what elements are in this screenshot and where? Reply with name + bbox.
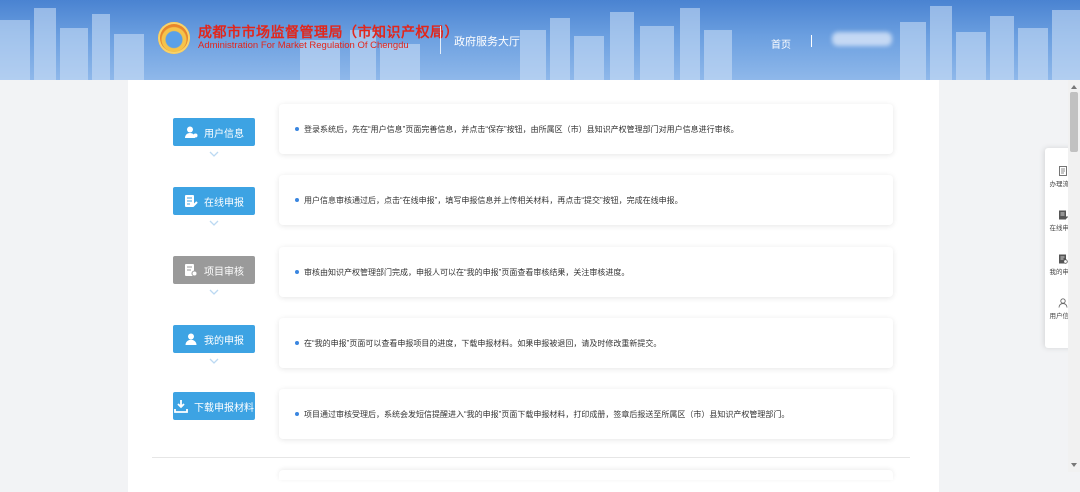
step-label: 用户信息 <box>204 128 244 140</box>
flow-icon <box>1058 166 1067 176</box>
scroll-up-arrow-icon[interactable] <box>1071 84 1077 90</box>
step-description: 项目通过审核受理后，系统会发短信提醒进入“我的申报”页面下载申报材料，打印成册，… <box>304 409 790 419</box>
chevron-down-icon <box>209 220 219 226</box>
header-divider <box>440 26 441 54</box>
logo-text: 成都市市场监督管理局（市知识产权局） Administration For Ma… <box>198 24 459 52</box>
step-label: 在线申报 <box>204 197 244 209</box>
step-card-project-review: 审核由知识产权管理部门完成，申报人可以在“我的申报”页面查看审核结果，关注审核进… <box>279 247 893 297</box>
nav-separator <box>811 35 812 47</box>
user-icon <box>184 125 198 139</box>
org-name-en: Administration For Market Regulation Of … <box>198 40 409 51</box>
step-button-project-review[interactable]: 项目审核 <box>173 256 255 284</box>
step-card-user-info: 登录系统后，先在“用户信息”页面完善信息，并点击“保存”按钮，由所属区（市）县知… <box>279 104 893 154</box>
user-name-redacted[interactable] <box>832 32 892 46</box>
bullet-dot <box>295 270 299 274</box>
nav-home-link[interactable]: 首页 <box>771 36 791 51</box>
org-name-cn: 成都市市场监督管理局（市知识产权局） <box>198 24 459 40</box>
vertical-scrollbar[interactable] <box>1068 80 1080 472</box>
step-label: 项目审核 <box>204 266 244 278</box>
scroll-down-arrow-icon[interactable] <box>1071 462 1077 468</box>
person-icon <box>184 332 198 346</box>
step-card-download-materials: 项目通过审核受理后，系统会发短信提醒进入“我的申报”页面下载申报材料，打印成册，… <box>279 389 893 439</box>
bullet-dot <box>295 341 299 345</box>
step-card-online-declare: 用户信息审核通过后，点击“在线申报”，填写申报信息并上传相关材料，再点击“提交”… <box>279 175 893 225</box>
section-divider <box>152 457 910 458</box>
next-card-partial <box>279 470 893 480</box>
chevron-down-icon <box>209 151 219 157</box>
chevron-down-icon <box>209 358 219 364</box>
step-description: 用户信息审核通过后，点击“在线申报”，填写申报信息并上传相关材料，再点击“提交”… <box>304 195 683 205</box>
step-button-user-info[interactable]: 用户信息 <box>173 118 255 146</box>
step-button-my-declare[interactable]: 我的申报 <box>173 325 255 353</box>
step-description: 登录系统后，先在“用户信息”页面完善信息，并点击“保存”按钮，由所属区（市）县知… <box>304 124 739 134</box>
step-button-online-declare[interactable]: 在线申报 <box>173 187 255 215</box>
emblem-icon <box>158 22 190 54</box>
document-edit-icon <box>184 194 198 208</box>
step-description: 在“我的申报”页面可以查看申报项目的进度，下载申报材料。如果申报被退回，请及时修… <box>304 338 662 348</box>
review-icon <box>184 263 198 277</box>
step-label: 我的申报 <box>204 335 244 347</box>
scroll-thumb[interactable] <box>1070 92 1078 152</box>
site-logo[interactable]: 成都市市场监督管理局（市知识产权局） Administration For Ma… <box>158 22 459 54</box>
site-header: 成都市市场监督管理局（市知识产权局） Administration For Ma… <box>0 0 1080 80</box>
process-panel: 用户信息 登录系统后，先在“用户信息”页面完善信息，并点击“保存”按钮，由所属区… <box>128 80 939 492</box>
chevron-down-icon <box>209 289 219 295</box>
bullet-dot <box>295 412 299 416</box>
step-label: 下载申报材料 <box>194 402 254 414</box>
bullet-dot <box>295 198 299 202</box>
step-button-download-materials[interactable]: 下载申报材料 <box>173 392 255 420</box>
bullet-dot <box>295 127 299 131</box>
step-description: 审核由知识产权管理部门完成，申报人可以在“我的申报”页面查看审核结果，关注审核进… <box>304 267 630 277</box>
step-card-my-declare: 在“我的申报”页面可以查看申报项目的进度，下载申报材料。如果申报被退回，请及时修… <box>279 318 893 368</box>
review-icon <box>1058 254 1068 264</box>
hall-label: 政府服务大厅 <box>454 36 520 48</box>
user-icon <box>1058 298 1067 308</box>
download-icon <box>174 399 188 413</box>
document-edit-icon <box>1058 210 1068 220</box>
